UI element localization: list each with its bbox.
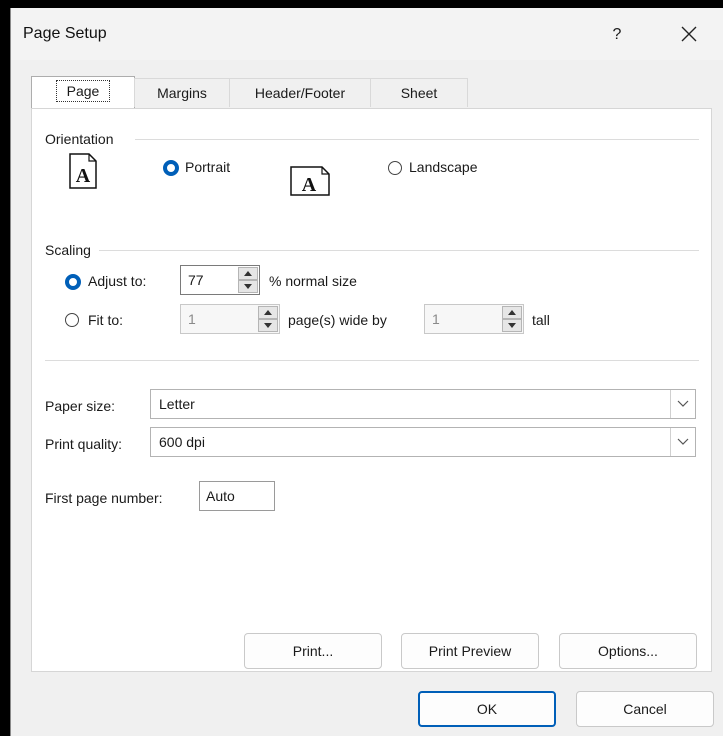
adjust-to-spinner[interactable]: 77 [180, 265, 260, 295]
landscape-page-icon: A [290, 166, 330, 196]
help-button[interactable]: ? [603, 22, 631, 48]
arrow-down-icon [508, 323, 516, 328]
adjust-to-decrease-button[interactable] [238, 280, 258, 293]
close-button[interactable] [671, 18, 707, 50]
tall-label: tall [532, 312, 550, 328]
scaling-group-label: Scaling [45, 242, 91, 258]
fit-wide-decrease-button[interactable] [258, 319, 278, 332]
print-quality-dropdown-button[interactable] [670, 428, 695, 456]
arrow-up-icon [244, 271, 252, 276]
fit-wide-spin-buttons [258, 306, 278, 332]
fit-to-radio[interactable] [65, 313, 79, 327]
adjust-to-radio[interactable] [65, 274, 81, 290]
landscape-icon-letter: A [302, 174, 317, 196]
options-button[interactable]: Options... [559, 633, 697, 669]
tab-header-footer[interactable]: Header/Footer [229, 78, 371, 107]
cancel-button[interactable]: Cancel [576, 691, 714, 727]
title-bar: Page Setup ? [11, 8, 723, 60]
print-quality-select[interactable]: 600 dpi [150, 427, 696, 457]
fit-tall-decrease-button[interactable] [502, 319, 522, 332]
page-tab-panel: Orientation A Portrait A Landscape Scali… [31, 108, 712, 672]
portrait-page-icon: A [69, 153, 97, 189]
fit-tall-spinner[interactable]: 1 [424, 304, 524, 334]
fit-tall-value[interactable]: 1 [432, 311, 440, 327]
section-divider [45, 360, 699, 361]
adjust-to-increase-button[interactable] [238, 267, 258, 280]
adjust-to-spin-buttons [238, 267, 258, 293]
print-quality-value: 600 dpi [159, 434, 205, 450]
page-setup-dialog: Page Setup ? Page Margins Header/Footer … [10, 8, 723, 736]
adjust-to-label[interactable]: Adjust to: [88, 273, 146, 289]
paper-size-value: Letter [159, 396, 195, 412]
pages-wide-label: page(s) wide by [288, 312, 387, 328]
screen-border-left [0, 0, 10, 736]
first-page-number-label: First page number: [45, 490, 163, 506]
normal-size-label: % normal size [269, 273, 357, 289]
paper-size-dropdown-button[interactable] [670, 390, 695, 418]
fit-wide-increase-button[interactable] [258, 306, 278, 319]
orientation-divider [135, 139, 699, 140]
close-icon [681, 26, 697, 42]
first-page-number-value: Auto [206, 488, 235, 504]
dialog-title: Page Setup [23, 25, 107, 42]
portrait-radio[interactable] [163, 160, 179, 176]
portrait-icon-letter: A [76, 165, 91, 187]
tab-label: Page [55, 80, 111, 102]
print-button[interactable]: Print... [244, 633, 382, 669]
fit-tall-spin-buttons [502, 306, 522, 332]
arrow-down-icon [244, 284, 252, 289]
print-preview-button[interactable]: Print Preview [401, 633, 539, 669]
landscape-label[interactable]: Landscape [409, 159, 478, 175]
fit-wide-spinner[interactable]: 1 [180, 304, 280, 334]
fit-wide-value[interactable]: 1 [188, 311, 196, 327]
paper-size-label: Paper size: [45, 398, 116, 414]
landscape-radio[interactable] [388, 161, 402, 175]
tab-sheet[interactable]: Sheet [370, 78, 468, 107]
portrait-label[interactable]: Portrait [185, 159, 230, 175]
first-page-number-input[interactable]: Auto [199, 481, 275, 511]
fit-to-label[interactable]: Fit to: [88, 312, 123, 328]
arrow-up-icon [264, 310, 272, 315]
chevron-down-icon [677, 400, 689, 407]
ok-button[interactable]: OK [418, 691, 556, 727]
orientation-group-label: Orientation [45, 131, 114, 147]
chevron-down-icon [677, 438, 689, 445]
screen-border-top [0, 0, 723, 8]
arrow-up-icon [508, 310, 516, 315]
tab-page[interactable]: Page [31, 76, 135, 109]
print-quality-label: Print quality: [45, 436, 123, 452]
arrow-down-icon [264, 323, 272, 328]
tab-margins[interactable]: Margins [134, 78, 230, 107]
fit-tall-increase-button[interactable] [502, 306, 522, 319]
scaling-divider [99, 250, 699, 251]
adjust-to-value[interactable]: 77 [188, 272, 204, 288]
paper-size-select[interactable]: Letter [150, 389, 696, 419]
